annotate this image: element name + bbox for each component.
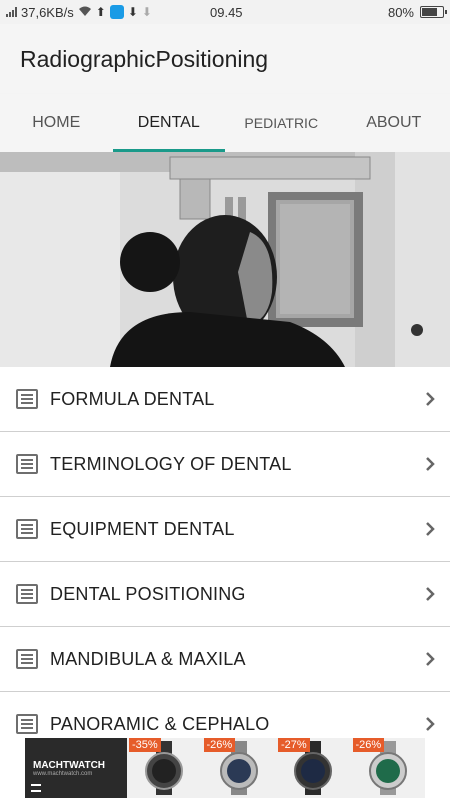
- dental-xray-photo: [0, 152, 450, 367]
- chevron-right-icon: [410, 392, 450, 406]
- list-item-label: TERMINOLOGY OF DENTAL: [50, 453, 292, 474]
- document-icon: [16, 584, 38, 604]
- hero-image: [0, 152, 450, 367]
- chevron-right-icon: [410, 522, 450, 536]
- status-left: 37,6KB/s ⬆ ⬇ ⬇: [6, 5, 196, 20]
- document-icon: [16, 519, 38, 539]
- document-icon: [16, 649, 38, 669]
- ad-product[interactable]: -26%: [351, 738, 426, 798]
- download-done-icon: ⬇: [141, 5, 152, 19]
- list-item-label: FORMULA DENTAL: [50, 388, 215, 409]
- tab-dental[interactable]: DENTAL: [112, 94, 226, 152]
- upload-icon: ⬆: [95, 5, 106, 19]
- tab-about[interactable]: ABOUT: [338, 94, 450, 152]
- ad-product[interactable]: -35%: [127, 738, 202, 798]
- battery-icon: [420, 6, 447, 18]
- ad-brand[interactable]: MACHTWATCH www.machtwatch.com: [25, 738, 127, 798]
- status-bar: 37,6KB/s ⬆ ⬇ ⬇ 09.45 80%: [0, 0, 450, 24]
- signal-icon: [6, 7, 17, 17]
- tab-bar: HOME DENTAL PEDIATRIC ABOUT: [0, 94, 450, 152]
- menu-list: FORMULA DENTAL TERMINOLOGY OF DENTAL EQU…: [0, 367, 450, 757]
- document-icon: [16, 389, 38, 409]
- network-speed: 37,6KB/s: [21, 4, 74, 20]
- ad-product[interactable]: -26%: [202, 738, 277, 798]
- document-icon: [16, 714, 38, 734]
- status-right: 80%: [387, 4, 447, 20]
- chevron-right-icon: [410, 587, 450, 601]
- wifi-icon: [78, 5, 92, 20]
- tab-pediatric[interactable]: PEDIATRIC: [225, 94, 338, 152]
- ad-content[interactable]: MACHTWATCH www.machtwatch.com -35% -26% …: [25, 738, 425, 798]
- chevron-right-icon: [410, 717, 450, 731]
- discount-badge: -35%: [129, 738, 161, 752]
- download-icon: ⬇: [127, 5, 138, 19]
- list-item-dental-positioning[interactable]: DENTAL POSITIONING: [0, 562, 450, 627]
- ad-banner[interactable]: MACHTWATCH www.machtwatch.com -35% -26% …: [0, 737, 450, 800]
- chevron-right-icon: [410, 457, 450, 471]
- chevron-right-icon: [410, 652, 450, 666]
- ad-products: -35% -26% -27% -26%: [127, 738, 425, 798]
- app-bar: RadiographicPositioning: [0, 24, 450, 94]
- wifi-sync-icon: [109, 5, 124, 19]
- list-item-terminology-of-dental[interactable]: TERMINOLOGY OF DENTAL: [0, 432, 450, 497]
- list-item-label: EQUIPMENT DENTAL: [50, 518, 235, 539]
- discount-badge: -27%: [278, 738, 310, 752]
- ad-product[interactable]: -27%: [276, 738, 351, 798]
- ad-menu-icon[interactable]: [31, 784, 41, 792]
- list-item-equipment-dental[interactable]: EQUIPMENT DENTAL: [0, 497, 450, 562]
- list-item-label: DENTAL POSITIONING: [50, 583, 246, 604]
- document-icon: [16, 454, 38, 474]
- clock: 09.45: [210, 4, 243, 20]
- ad-brand-name: MACHTWATCH: [33, 759, 106, 771]
- discount-badge: -26%: [203, 738, 236, 752]
- list-item-label: PANORAMIC & CEPHALO: [50, 713, 270, 734]
- app-title: RadiographicPositioning: [20, 45, 269, 72]
- discount-badge: -26%: [352, 738, 385, 752]
- ad-brand-url: www.machtwatch.com: [33, 770, 93, 777]
- list-item-formula-dental[interactable]: FORMULA DENTAL: [0, 367, 450, 432]
- battery-percent: 80%: [387, 4, 414, 20]
- list-item-label: MANDIBULA & MAXILA: [50, 648, 246, 669]
- list-item-mandibula-maxila[interactable]: MANDIBULA & MAXILA: [0, 627, 450, 692]
- tab-home[interactable]: HOME: [0, 94, 113, 152]
